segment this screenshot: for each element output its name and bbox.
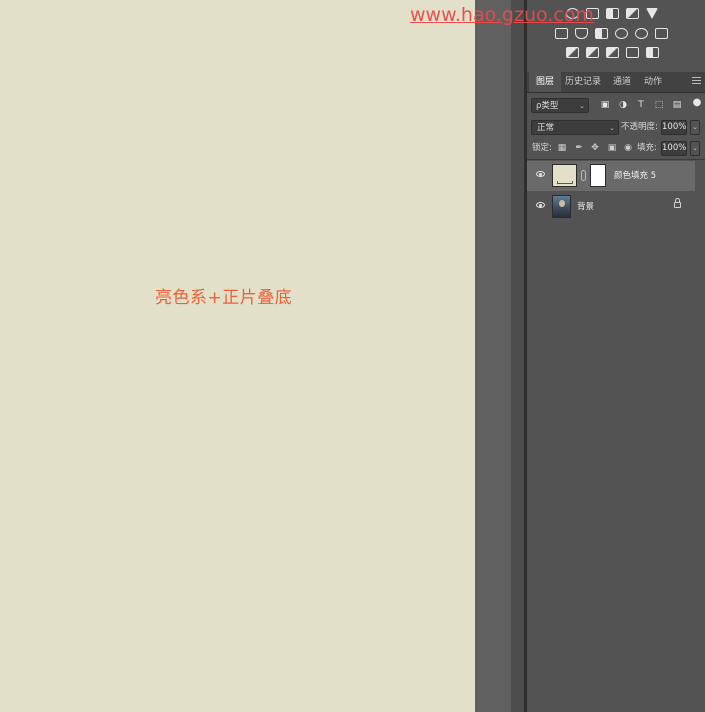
document-canvas[interactable]: 亮色系+正片叠底 xyxy=(0,0,475,712)
panel-tabs: 图层 历史记录 通道 动作 xyxy=(527,72,705,93)
layer-row[interactable]: 颜色填充 5 xyxy=(527,161,695,191)
color-balance-icon[interactable] xyxy=(575,28,588,39)
background-thumbnail[interactable] xyxy=(552,195,571,218)
lock-row: 锁定: ▦ ✒ ✥ ▣ ◉ 填充: 100% ⌄ xyxy=(527,140,705,158)
invert-icon[interactable] xyxy=(566,47,579,58)
tab-actions[interactable]: 动作 xyxy=(637,72,669,92)
layers-divider xyxy=(527,159,705,160)
filter-kind-label: ρ类型 xyxy=(536,101,559,111)
posterize-icon[interactable] xyxy=(586,47,599,58)
channel-mixer-icon[interactable] xyxy=(635,28,648,39)
layer-name[interactable]: 背景 xyxy=(577,192,594,222)
lock-paint-icon[interactable]: ✒ xyxy=(574,143,584,153)
fill-field[interactable]: 100% xyxy=(661,141,687,156)
visibility-eye-icon[interactable] xyxy=(536,202,546,209)
opacity-field[interactable]: 100% xyxy=(661,120,687,135)
selective-color-icon[interactable] xyxy=(626,47,639,58)
chevron-down-icon: ⌄ xyxy=(579,102,585,110)
blend-mode-row: 正常 ⌄ 不透明度: 100% ⌄ xyxy=(527,118,705,138)
adjustments-row-2 xyxy=(555,28,668,39)
curves-icon[interactable] xyxy=(606,8,619,19)
layer-mask-thumbnail[interactable] xyxy=(590,164,606,187)
fill-chevron-icon[interactable]: ⌄ xyxy=(690,141,700,156)
layer-name[interactable]: 颜色填充 5 xyxy=(614,161,656,191)
blend-mode-select[interactable]: 正常 ⌄ xyxy=(531,120,619,135)
adjustments-row-3 xyxy=(566,47,659,58)
panel-dock-strip xyxy=(511,0,524,712)
lock-icon xyxy=(674,198,681,208)
visibility-eye-icon[interactable] xyxy=(536,171,546,178)
filter-toggle-icon[interactable]: ● xyxy=(692,98,702,108)
tab-layers[interactable]: 图层 xyxy=(529,72,562,92)
opacity-label: 不透明度: xyxy=(621,122,658,132)
gradient-map-icon[interactable] xyxy=(646,47,659,58)
lock-move-icon[interactable]: ✥ xyxy=(590,143,600,153)
watermark-link: www.hao.gzuo.com xyxy=(410,4,594,26)
photo-filter-icon[interactable] xyxy=(615,28,628,39)
vibrance-triangle-icon[interactable] xyxy=(646,8,658,19)
canvas-scroll-gutter xyxy=(475,0,511,712)
pixel-filter-icon[interactable]: ▣ xyxy=(600,100,610,110)
layer-filter-row: ρ类型 ⌄ ▣ ◑ T ⬚ ▤ ● xyxy=(527,96,705,116)
filter-kind-select[interactable]: ρ类型 ⌄ xyxy=(531,98,589,113)
tab-channels[interactable]: 通道 xyxy=(606,72,638,92)
lock-transparent-icon[interactable]: ▦ xyxy=(557,143,567,153)
color-lookup-icon[interactable] xyxy=(655,28,668,39)
canvas-annotation-text: 亮色系+正片叠底 xyxy=(155,288,293,308)
threshold-icon[interactable] xyxy=(606,47,619,58)
hsl-icon[interactable] xyxy=(555,28,568,39)
layer-row[interactable]: 背景 xyxy=(527,192,695,222)
adjustment-filter-icon[interactable]: ◑ xyxy=(618,100,628,110)
chevron-down-icon: ⌄ xyxy=(609,124,615,132)
panel-menu-icon[interactable] xyxy=(692,77,701,84)
exposure-icon[interactable] xyxy=(626,8,639,19)
lock-all-icon[interactable]: ◉ xyxy=(623,143,633,153)
opacity-chevron-icon[interactable]: ⌄ xyxy=(690,120,700,135)
chain-link-icon[interactable] xyxy=(581,170,586,181)
fill-label: 填充: xyxy=(637,143,657,153)
smart-object-filter-icon[interactable]: ▤ xyxy=(672,100,682,110)
lock-label: 锁定: xyxy=(532,143,552,153)
shape-filter-icon[interactable]: ⬚ xyxy=(654,100,664,110)
type-filter-icon[interactable]: T xyxy=(636,100,646,110)
black-white-icon[interactable] xyxy=(595,28,608,39)
tab-history[interactable]: 历史记录 xyxy=(558,72,608,92)
lock-artboard-icon[interactable]: ▣ xyxy=(607,143,617,153)
blend-mode-label: 正常 xyxy=(537,123,555,133)
color-fill-thumbnail[interactable] xyxy=(552,164,577,187)
